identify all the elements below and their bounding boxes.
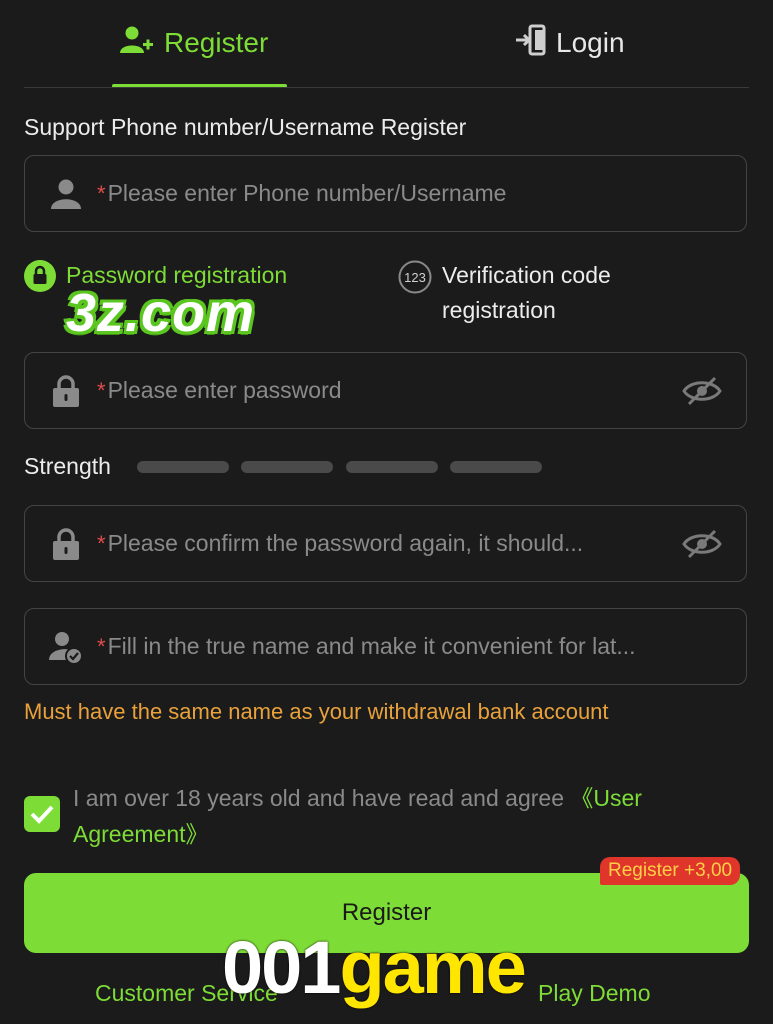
username-field[interactable]: * Please enter Phone number/Username: [24, 155, 747, 232]
option-verification-label: Verification code registration: [442, 262, 611, 323]
confirm-password-placeholder: Please confirm the password again, it sh…: [107, 530, 584, 556]
agreement-checkbox[interactable]: [24, 796, 60, 832]
user-icon: [49, 177, 83, 211]
real-name-placeholder: Fill in the true name and make it conven…: [107, 633, 636, 659]
login-icon: [514, 24, 546, 63]
strength-bar: [241, 461, 333, 473]
username-placeholder: Please enter Phone number/Username: [107, 180, 507, 206]
required-mark: *: [97, 530, 106, 556]
brand-watermark: 001game: [222, 926, 527, 1009]
tab-divider: [24, 87, 749, 88]
real-name-note: Must have the same name as your withdraw…: [24, 699, 609, 724]
lock-selected-icon: [24, 260, 56, 302]
strength-label: Strength: [24, 453, 111, 479]
strength-bar: [346, 461, 438, 473]
lock-icon: [49, 527, 83, 561]
lock-icon: [49, 374, 83, 408]
strength-bar: [137, 461, 229, 473]
required-mark: *: [97, 377, 106, 403]
strength-bar: [450, 461, 542, 473]
site-watermark: 3z.com: [66, 283, 256, 343]
play-demo-link[interactable]: Play Demo: [538, 980, 650, 1007]
confirm-password-field[interactable]: * Please confirm the password again, it …: [24, 505, 747, 582]
agreement-text: I am over 18 years old and have read and…: [73, 785, 642, 847]
svg-text:123: 123: [404, 270, 426, 285]
real-name-field[interactable]: * Fill in the true name and make it conv…: [24, 608, 747, 685]
numeric-code-icon: 123: [398, 260, 432, 304]
option-verification-registration[interactable]: 123 Verification code registration: [398, 258, 658, 328]
tab-login[interactable]: Login: [514, 18, 625, 68]
password-field[interactable]: * Please enter password: [24, 352, 747, 429]
tab-register-label: Register: [164, 27, 269, 58]
tab-login-label: Login: [556, 27, 625, 58]
section-title: Support Phone number/Username Register: [24, 114, 467, 140]
tab-register[interactable]: Register: [120, 18, 268, 68]
add-user-icon: [120, 25, 154, 62]
verified-user-icon: [49, 630, 83, 664]
required-mark: *: [97, 633, 106, 659]
eye-off-icon[interactable]: [680, 524, 724, 564]
register-bonus-badge: Register +3,00: [600, 857, 741, 885]
eye-off-icon[interactable]: [680, 371, 724, 411]
checkmark-icon: [30, 805, 54, 824]
password-placeholder: Please enter password: [107, 377, 342, 403]
required-mark: *: [97, 180, 106, 206]
